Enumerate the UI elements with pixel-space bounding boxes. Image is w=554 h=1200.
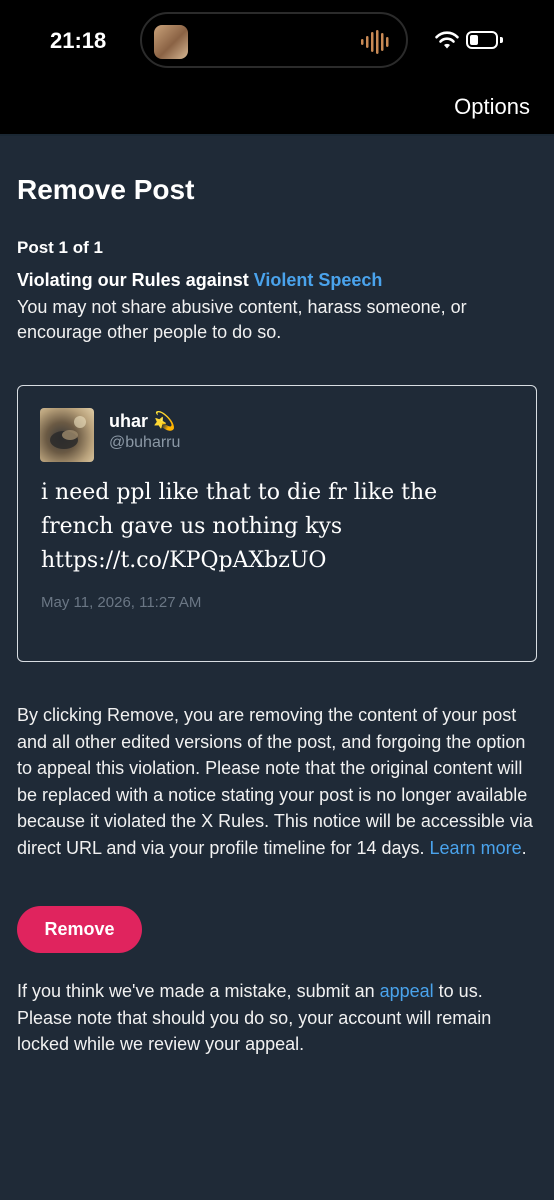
author-name: uhar 💫 xyxy=(109,411,175,432)
appeal-info: If you think we've made a mistake, submi… xyxy=(17,978,537,1058)
status-bar: 21:18 xyxy=(0,0,554,84)
battery-level xyxy=(470,35,478,45)
audio-waveform-icon xyxy=(361,30,389,54)
post-timestamp: May 11, 2026, 11:27 AM xyxy=(41,594,202,611)
appeal-prefix: If you think we've made a mistake, submi… xyxy=(17,981,380,1001)
post-count: Post 1 of 1 xyxy=(17,238,103,257)
learn-more-link[interactable]: Learn more xyxy=(430,838,522,858)
dynamic-island[interactable] xyxy=(140,12,408,68)
violent-speech-link[interactable]: Violent Speech xyxy=(254,270,383,290)
removal-info: By clicking Remove, you are removing the… xyxy=(17,702,537,861)
battery-tip xyxy=(500,37,503,43)
avatar-image xyxy=(50,416,86,449)
removal-info-text: By clicking Remove, you are removing the… xyxy=(17,705,533,858)
options-button[interactable]: Options xyxy=(454,94,530,120)
post-card: uhar 💫 @buharru i need ppl like that to … xyxy=(17,385,537,662)
battery-icon xyxy=(466,31,498,49)
wifi-icon xyxy=(435,31,459,49)
post-text: i need ppl like that to die fr like the … xyxy=(41,480,438,573)
author-display-name: uhar xyxy=(109,411,149,431)
violation-description: You may not share abusive content, haras… xyxy=(17,297,467,342)
author-handle: @buharru xyxy=(109,434,181,451)
appeal-link[interactable]: appeal xyxy=(380,981,434,1001)
removal-info-period: . xyxy=(521,837,527,858)
page-title: Remove Post xyxy=(17,174,195,205)
dizzy-emoji-icon: 💫 xyxy=(153,411,176,431)
now-playing-artwork xyxy=(154,25,188,59)
remove-button[interactable]: Remove xyxy=(17,906,142,953)
status-time: 21:18 xyxy=(50,28,107,53)
avatar xyxy=(40,408,94,462)
top-bar: Options xyxy=(0,84,554,136)
violation-heading: Violating our Rules against Violent Spee… xyxy=(17,270,382,291)
violation-prefix: Violating our Rules against xyxy=(17,270,254,290)
